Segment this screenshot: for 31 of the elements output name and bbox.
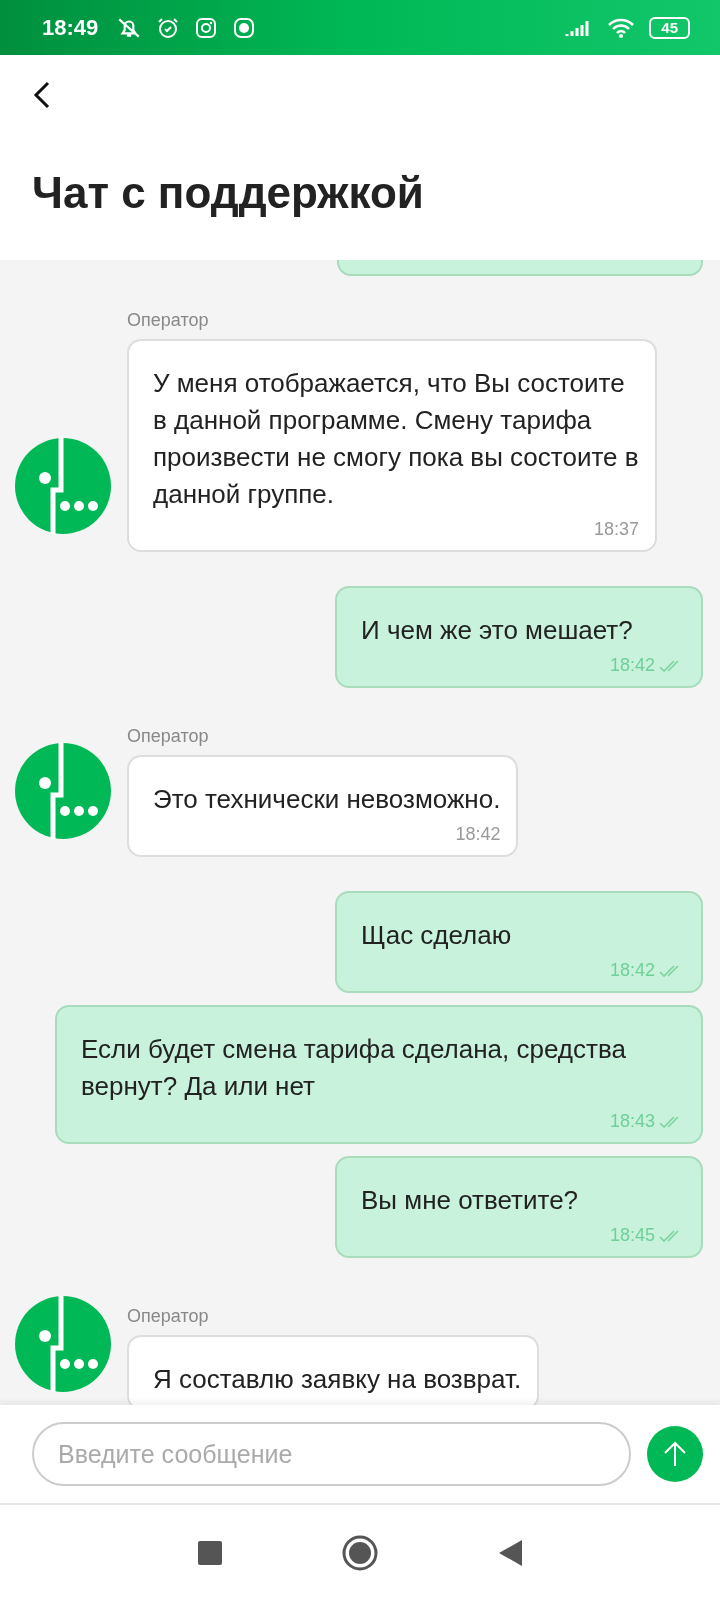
page-title: Чат с поддержкой: [32, 168, 425, 218]
message-time: 18:42: [609, 655, 655, 676]
recent-apps-icon[interactable]: [198, 1540, 222, 1565]
wifi-icon: [607, 16, 636, 39]
message-time: 18:42: [455, 824, 501, 845]
message-text: Вы мне ответите?: [361, 1184, 580, 1217]
message-text: У меня отображается, что Вы состоите в данной программе. Смену тарифа произвести не смогу пока вы состоите в данной группе.: [153, 367, 639, 511]
app-icon: [232, 15, 257, 40]
message-text: Если будет смена тарифа сделана, средства вернут? Да или нет: [81, 1033, 627, 1103]
back-button[interactable]: [32, 80, 52, 110]
status-time: 18:49: [42, 14, 99, 41]
message-time: 18:43: [609, 1111, 655, 1132]
message-input[interactable]: Введите сообщение: [32, 1422, 631, 1486]
battery-indicator: 45: [649, 16, 690, 39]
message-time: 18:42: [609, 960, 655, 981]
camera-app-icon: [194, 15, 219, 40]
operator-avatar-icon: [15, 743, 111, 839]
message-time: 18:37: [593, 519, 639, 540]
operator-avatar-icon: [15, 438, 111, 534]
back-nav-icon[interactable]: [498, 1539, 522, 1566]
message-text: И чем же это мешает?: [361, 614, 634, 647]
message-text: Я составлю заявку на возврат.: [153, 1363, 522, 1396]
home-icon[interactable]: [342, 1534, 378, 1571]
operator-avatar-icon: [15, 1296, 111, 1392]
message-text: Это технически невозможно.: [153, 783, 501, 816]
sender-name: Оператор: [127, 726, 210, 747]
message-time: 18:45: [609, 1225, 655, 1246]
send-button[interactable]: [647, 1426, 703, 1482]
sender-name: Оператор: [127, 310, 210, 331]
sender-name: Оператор: [127, 1306, 210, 1327]
message-text: Щас сделаю: [361, 919, 513, 952]
